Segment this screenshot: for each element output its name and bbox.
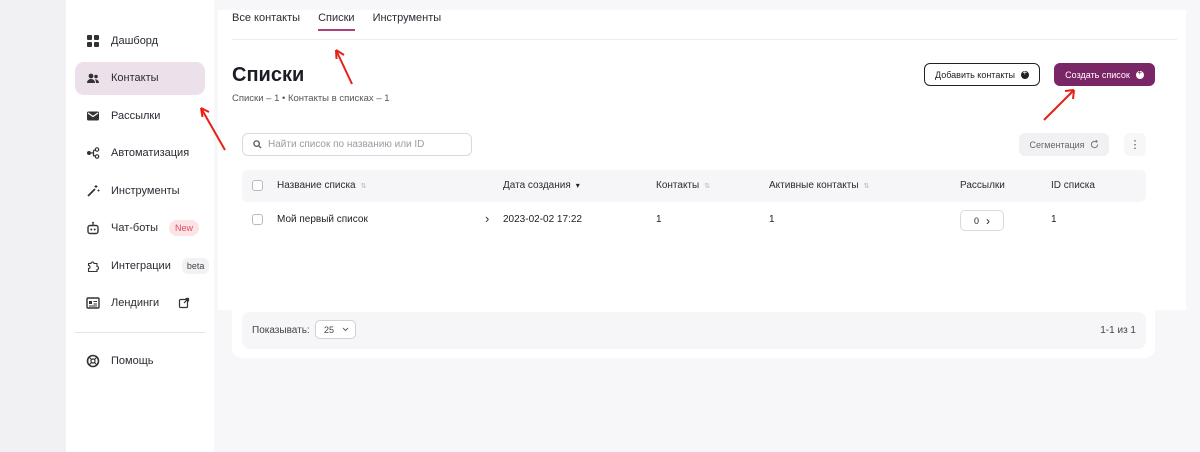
- mailings-count-button[interactable]: 0 ›: [960, 210, 1004, 231]
- sidebar-item-chatbots[interactable]: Чат-боты New: [75, 212, 205, 245]
- more-options-button[interactable]: ⋮: [1124, 133, 1146, 156]
- col-header-name[interactable]: Название списка ⇅: [277, 180, 367, 191]
- lists-table-card: Найти список по названию или ID Сегмента…: [232, 124, 1155, 358]
- create-list-button[interactable]: Создать список: [1054, 63, 1155, 86]
- list-id: 1: [1051, 214, 1057, 225]
- chevron-right-icon[interactable]: ›: [485, 211, 489, 226]
- new-badge: New: [169, 220, 200, 236]
- tab-all-contacts[interactable]: Все контакты: [232, 12, 300, 31]
- page-title: Списки: [232, 64, 305, 86]
- col-header-label: Дата создания: [503, 180, 571, 191]
- col-header-label: Контакты: [656, 180, 700, 191]
- sidebar-item-mailings[interactable]: Рассылки: [75, 99, 205, 132]
- tab-bar: Все контакты Списки Инструменты: [232, 12, 441, 31]
- add-contacts-label: Добавить контакты: [935, 69, 1015, 80]
- sidebar-item-integrations[interactable]: Интеграции beta: [75, 249, 210, 282]
- page-subtitle: Списки – 1 • Контакты в списках – 1: [232, 93, 390, 104]
- segmentation-label: Сегментация: [1029, 139, 1085, 150]
- tabs-divider: [232, 39, 1177, 40]
- table-header: Название списка ⇅ Дата создания ▾ Контакты…: [242, 170, 1146, 202]
- external-link-icon: [179, 297, 190, 309]
- segmentation-button[interactable]: Сегментация: [1019, 133, 1109, 156]
- sidebar-item-label: Инструменты: [111, 184, 180, 197]
- select-all-checkbox[interactable]: [252, 180, 263, 191]
- refresh-icon: [1090, 140, 1098, 149]
- kebab-icon: ⋮: [1129, 139, 1141, 151]
- search-placeholder: Найти список по названию или ID: [268, 139, 425, 150]
- sidebar: Дашборд Контакты Рассылки Автоматизация …: [66, 0, 214, 452]
- sidebar-item-label: Помощь: [111, 355, 154, 367]
- list-name[interactable]: Мой первый список: [277, 214, 368, 225]
- sidebar-item-help[interactable]: Помощь: [75, 345, 205, 378]
- created-date: 2023-02-02 17:22: [503, 214, 582, 225]
- active-contacts-count: 1: [769, 214, 775, 225]
- sidebar-item-label: Дашборд: [111, 34, 159, 47]
- plus-circle-icon: [1135, 68, 1144, 79]
- left-margin: [0, 0, 66, 452]
- sort-desc-icon: ▾: [575, 181, 580, 190]
- sidebar-item-contacts[interactable]: Контакты: [75, 61, 205, 95]
- sidebar-item-label: Чат-боты: [111, 222, 159, 234]
- create-list-label: Создать список: [1065, 69, 1130, 80]
- per-page-select[interactable]: 25: [315, 320, 356, 339]
- main-content: Все контакты Списки Инструменты Списки С…: [214, 0, 1200, 452]
- beta-badge: beta: [181, 257, 210, 274]
- mail-icon: [86, 109, 100, 123]
- magic-wand-icon: [86, 184, 100, 198]
- landing-page-icon: [86, 296, 100, 310]
- per-page-value: 25: [324, 324, 335, 335]
- sidebar-item-label: Рассылки: [111, 109, 161, 122]
- help-lifebuoy-icon: [86, 354, 100, 368]
- automation-nodes-icon: [86, 146, 100, 160]
- col-header-contacts[interactable]: Контакты ⇅: [656, 180, 710, 191]
- sort-icon: ⇅: [360, 182, 367, 190]
- sidebar-item-label: Автоматизация: [111, 147, 190, 159]
- contacts-icon: [86, 71, 100, 85]
- table-footer: Показывать: 25 1-1 из 1: [242, 312, 1146, 349]
- add-contacts-button[interactable]: Добавить контакты: [924, 63, 1040, 86]
- col-header-label: Название списка: [277, 180, 356, 191]
- row-checkbox[interactable]: [252, 214, 263, 225]
- col-header-label: Рассылки: [960, 180, 1005, 191]
- col-header-label: ID списка: [1051, 180, 1095, 191]
- sidebar-divider: [75, 331, 205, 333]
- sidebar-item-label: Интеграции: [111, 259, 171, 272]
- sidebar-item-label: Лендинги: [111, 297, 160, 309]
- sidebar-item-tools[interactable]: Инструменты: [75, 174, 205, 207]
- col-header-mailings: Рассылки: [960, 180, 1005, 191]
- sort-icon: ⇅: [863, 182, 870, 190]
- chevron-down-icon: [342, 327, 349, 332]
- sidebar-item-label: Контакты: [111, 72, 159, 84]
- col-header-active-contacts[interactable]: Активные контакты ⇅: [769, 180, 869, 191]
- sidebar-item-automation[interactable]: Автоматизация: [75, 137, 205, 170]
- pagination-info: 1-1 из 1: [1100, 325, 1136, 336]
- tab-lists[interactable]: Списки: [318, 12, 355, 31]
- col-header-id: ID списка: [1051, 180, 1095, 191]
- per-page-label: Показывать:: [252, 325, 310, 336]
- table-row[interactable]: Мой первый список › 2023-02-02 17:22 1 1…: [242, 204, 1146, 236]
- robot-icon: [86, 221, 100, 235]
- contacts-count: 1: [656, 214, 662, 225]
- search-icon: [253, 140, 262, 149]
- search-input[interactable]: Найти список по названию или ID: [242, 133, 472, 156]
- sidebar-item-landings[interactable]: Лендинги: [75, 287, 205, 320]
- sort-icon: ⇅: [704, 182, 711, 190]
- col-header-label: Активные контакты: [769, 180, 859, 191]
- tab-tools[interactable]: Инструменты: [373, 12, 442, 31]
- col-header-created[interactable]: Дата создания ▾: [503, 180, 580, 191]
- mailings-count: 0: [973, 215, 979, 226]
- puzzle-icon: [86, 259, 100, 273]
- plus-circle-icon: [1020, 68, 1029, 79]
- chevron-right-icon: ›: [986, 213, 990, 228]
- dashboard-grid-icon: [86, 34, 100, 48]
- sidebar-item-dashboard[interactable]: Дашборд: [75, 24, 205, 57]
